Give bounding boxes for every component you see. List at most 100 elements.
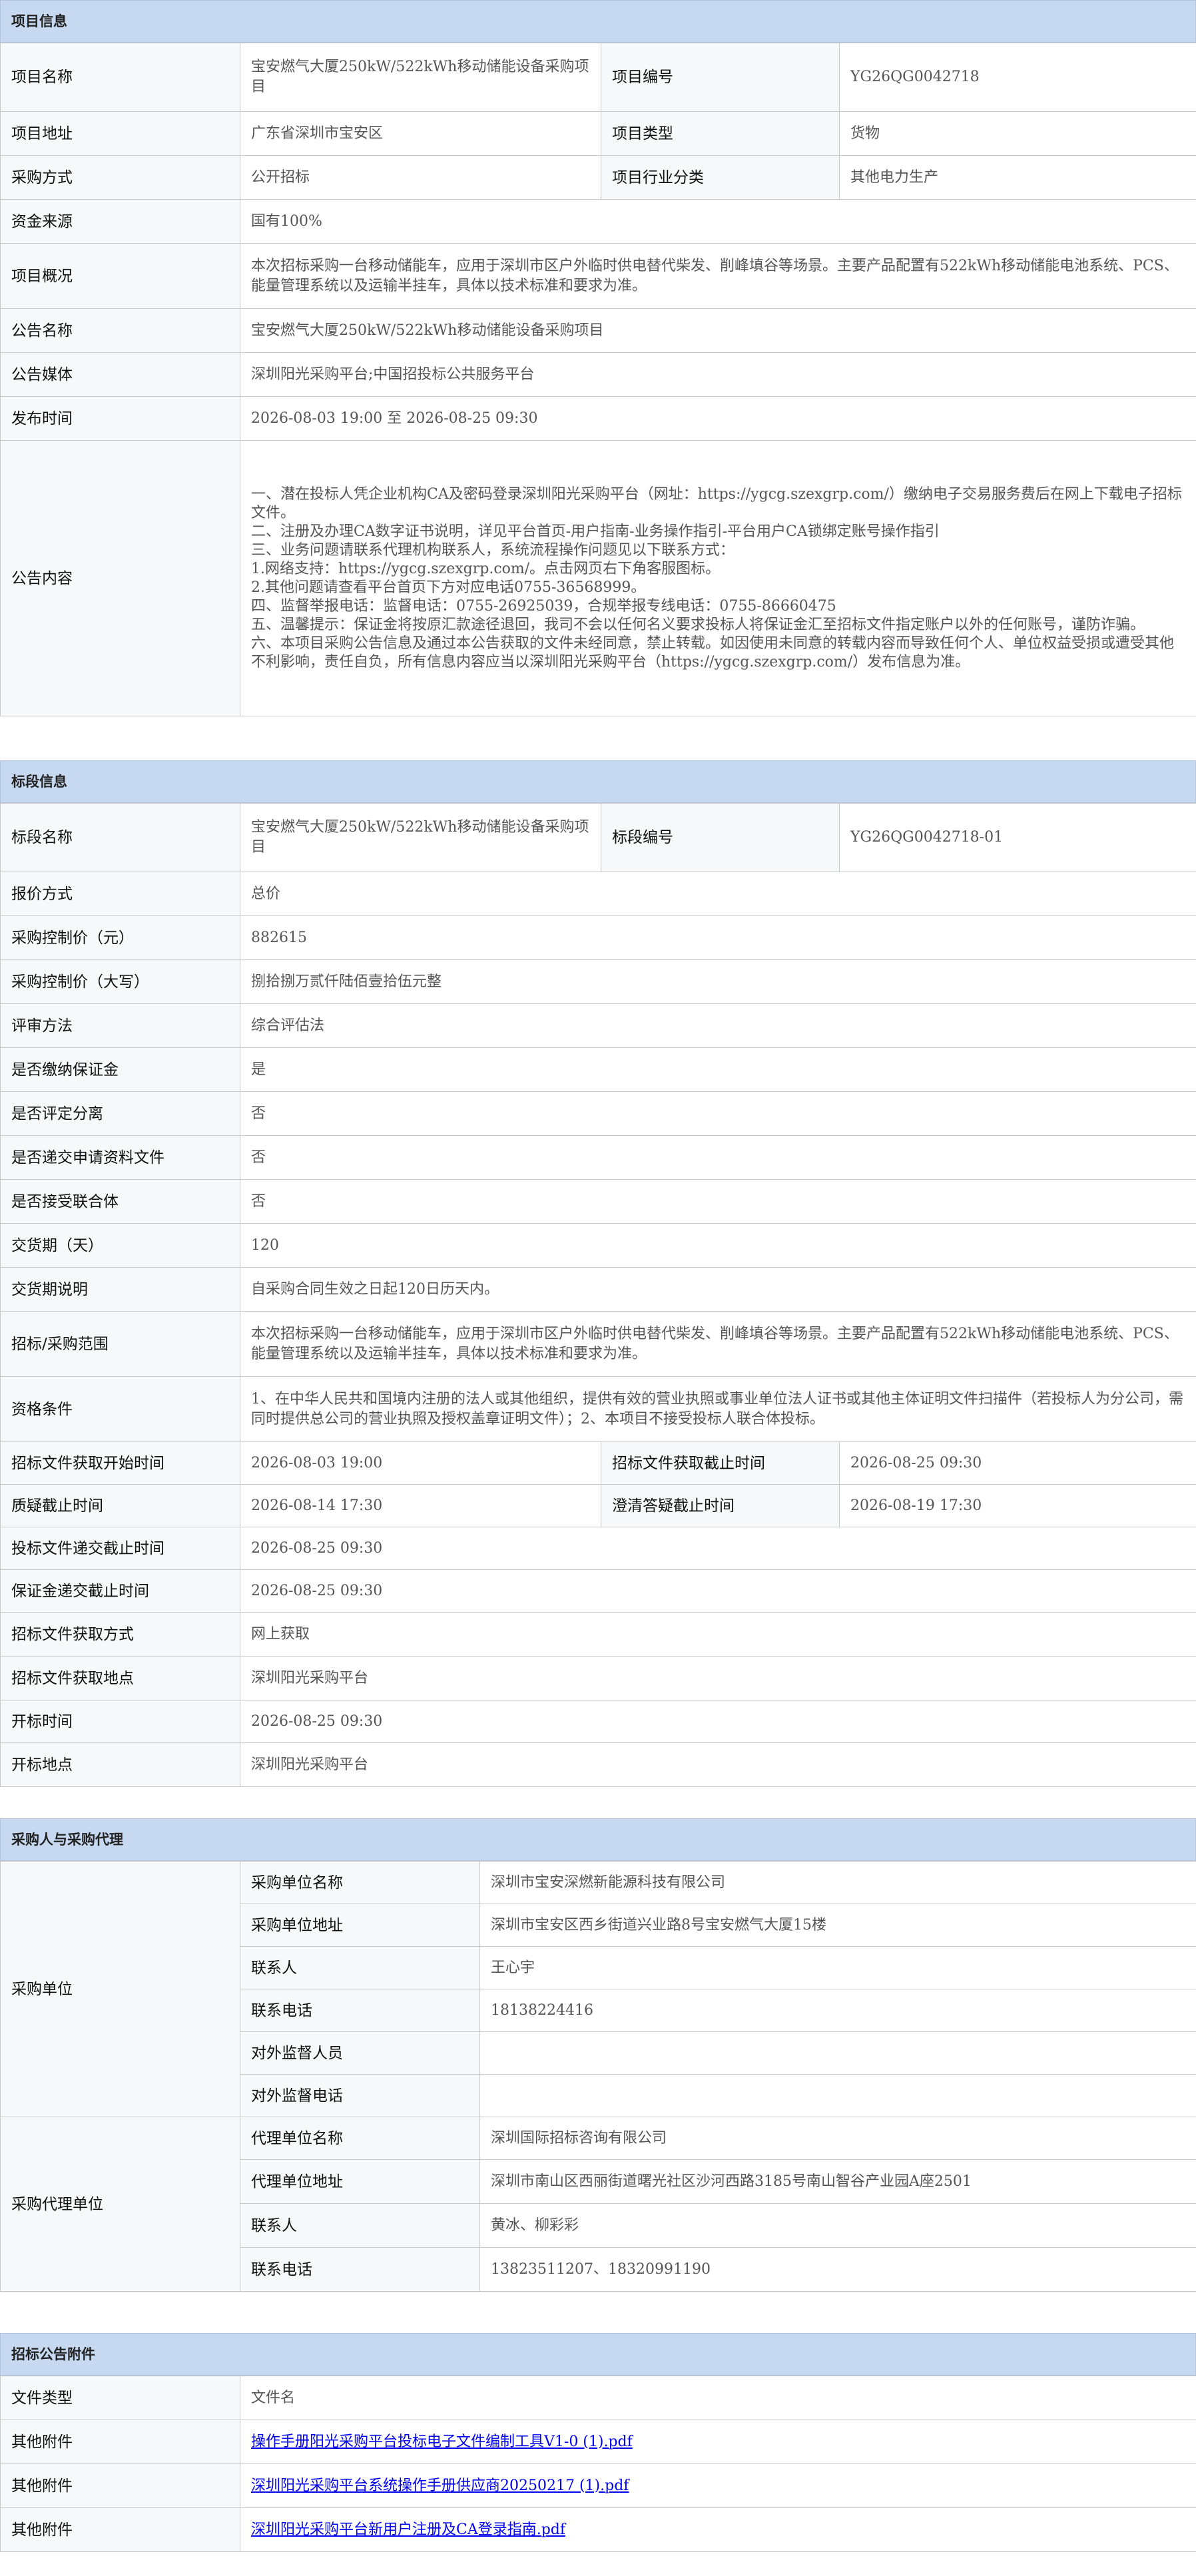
attachment-type: 其他附件 [0,2420,240,2464]
separate-evaluation-label: 是否评定分离 [0,1091,240,1136]
project-address-value: 广东省深圳市宝安区 [240,111,601,156]
clarify-deadline-label: 澄清答疑截止时间 [601,1484,840,1527]
supervisor-value [479,2031,1196,2075]
buyer-address-value: 深圳市宝安区西乡街道兴业路8号宝安燃气大厦15楼 [479,1904,1196,1947]
publish-time-value: 2026-08-03 19:00 至 2026-08-25 09:30 [240,396,1196,441]
agent-contact-value: 黄冰、柳彩彩 [479,2203,1196,2248]
project-name-value: 宝安燃气大厦250kW/522kWh移动储能设备采购项目 [240,43,601,112]
delivery-note-value: 自采购合同生效之日起120日历天内。 [240,1267,1196,1312]
notice-name-label: 公告名称 [0,308,240,353]
lot-info-table: 标段名称 宝安燃气大厦250kW/522kWh移动储能设备采购项目 标段编号 Y… [0,803,1196,1787]
application-docs-value: 否 [240,1135,1196,1180]
lot-name-value: 宝安燃气大厦250kW/522kWh移动储能设备采购项目 [240,803,601,872]
attachment-link[interactable]: 深圳阳光采购平台新用户注册及CA登录指南.pdf [251,2521,565,2538]
notice-content-line: 三、业务问题请联系代理机构联系人，系统流程操作问题见以下联系方式： [251,541,735,559]
control-price-label: 采购控制价（元） [0,915,240,960]
qualification-label: 资格条件 [0,1376,240,1442]
buyer-contact-value: 王心宇 [479,1946,1196,1989]
agent-name-value: 深圳国际招标咨询有限公司 [479,2117,1196,2160]
delivery-days-label: 交货期（天） [0,1223,240,1268]
project-type-value: 货物 [839,111,1196,156]
opening-time-label: 开标时间 [0,1700,240,1743]
query-deadline-label: 质疑截止时间 [0,1484,240,1527]
evaluation-method-label: 评审方法 [0,1003,240,1048]
buyer-phone-value: 18138224416 [479,1989,1196,2032]
qualification-value: 1、在中华人民共和国境内注册的法人或其他组织，提供有效的营业执照或事业单位法人证… [240,1376,1196,1442]
parties-table: 采购单位 采购单位名称 深圳市宝安深燃新能源科技有限公司 采购单位地址 深圳市宝… [0,1861,1196,2292]
project-name-label: 项目名称 [0,43,240,112]
lot-no-value: YG26QG0042718-01 [839,803,1196,872]
doc-start-label: 招标文件获取开始时间 [0,1441,240,1485]
lot-no-label: 标段编号 [601,803,840,872]
opening-place-label: 开标地点 [0,1742,240,1787]
industry-value: 其他电力生产 [839,155,1196,200]
buyer-group-label: 采购单位 [0,1861,240,2117]
publish-time-label: 发布时间 [0,396,240,441]
procurement-scope-label: 招标/采购范围 [0,1311,240,1377]
file-type-column-header: 文件类型 [0,2376,240,2420]
opening-place-value: 深圳阳光采购平台 [240,1742,1196,1787]
consortium-value: 否 [240,1179,1196,1224]
agent-contact-label: 联系人 [240,2203,480,2248]
project-type-label: 项目类型 [601,111,840,156]
buyer-address-label: 采购单位地址 [240,1904,480,1947]
file-name-column-header: 文件名 [240,2376,1196,2420]
supervisor-phone-label: 对外监督电话 [240,2074,480,2117]
doc-location-value: 深圳阳光采购平台 [240,1656,1196,1700]
fund-source-label: 资金来源 [0,199,240,244]
deposit-deadline-label: 保证金递交截止时间 [0,1569,240,1613]
quote-method-label: 报价方式 [0,872,240,916]
buyer-phone-label: 联系电话 [240,1989,480,2032]
delivery-days-value: 120 [240,1223,1196,1268]
procurement-scope-value: 本次招标采购一台移动储能车，应用于深圳市区户外临时供电替代柴发、削峰填谷等场景。… [240,1311,1196,1377]
doc-start-value: 2026-08-03 19:00 [240,1441,601,1485]
agent-phone-value: 13823511207、18320991190 [479,2247,1196,2292]
procurement-method-label: 采购方式 [0,155,240,200]
notice-content-line: 五、温馨提示：保证金将按原汇款途径退回，我司不会以任何名义要求投标人将保证金汇至… [251,616,1145,633]
agent-phone-label: 联系电话 [240,2247,480,2292]
procurement-method-value: 公开招标 [240,155,601,200]
notice-content-line: 2.其他问题请查看平台首页下方对应电话0755-36568999。 [251,579,646,596]
lot-name-label: 标段名称 [0,803,240,872]
separate-evaluation-value: 否 [240,1091,1196,1136]
buyer-name-label: 采购单位名称 [240,1861,480,1904]
notice-content-line: 六、本项目采购公告信息及通过本公告获取的文件未经同意，禁止转载。如因使用未同意的… [251,635,1175,670]
attachments-table: 文件类型 文件名 其他附件 操作手册阳光采购平台投标电子文件编制工具V1-0 (… [0,2376,1196,2552]
doc-method-label: 招标文件获取方式 [0,1612,240,1657]
project-info-header: 项目信息 [0,0,1196,43]
deposit-required-label: 是否缴纳保证金 [0,1047,240,1092]
agent-address-value: 深圳市南山区西丽街道曙光社区沙河西路3185号南山智谷产业园A座2501 [479,2159,1196,2204]
attachment-type: 其他附件 [0,2463,240,2508]
control-price-value: 882615 [240,915,1196,960]
buyer-name-value: 深圳市宝安深燃新能源科技有限公司 [479,1861,1196,1904]
lot-info-header: 标段信息 [0,760,1196,803]
bid-deadline-label: 投标文件递交截止时间 [0,1527,240,1570]
quote-method-value: 总价 [240,872,1196,916]
project-no-value: YG26QG0042718 [839,43,1196,112]
deposit-required-value: 是 [240,1047,1196,1092]
notice-name-value: 宝安燃气大厦250kW/522kWh移动储能设备采购项目 [240,308,1196,353]
attachment-link[interactable]: 深圳阳光采购平台系统操作手册供应商20250217 (1).pdf [251,2477,629,2494]
fund-source-value: 国有100% [240,199,1196,244]
attachment-link[interactable]: 操作手册阳光采购平台投标电子文件编制工具V1-0 (1).pdf [251,2434,633,2450]
doc-method-value: 网上获取 [240,1612,1196,1657]
notice-content-line: 1.网络支持：https://ygcg.szexgrp.com/。点击网页右下角… [251,560,721,577]
industry-label: 项目行业分类 [601,155,840,200]
notice-content-line: 四、监督举报电话：监督电话：0755-26925039，合规举报专线电话：075… [251,597,836,615]
notice-content-line: 二、注册及办理CA数字证书说明，详见平台首页-用户指南-业务操作指引-平台用户C… [251,523,940,540]
agent-name-label: 代理单位名称 [240,2117,480,2160]
project-info-table: 项目名称 宝安燃气大厦250kW/522kWh移动储能设备采购项目 项目编号 Y… [0,43,1196,716]
attachments-section: 招标公告附件 文件类型 文件名 其他附件 操作手册阳光采购平台投标电子文件编制工… [0,2333,1196,2552]
parties-header: 采购人与采购代理 [0,1818,1196,1861]
project-overview-label: 项目概况 [0,243,240,309]
notice-content-label: 公告内容 [0,440,240,716]
deposit-deadline-value: 2026-08-25 09:30 [240,1569,1196,1613]
attachments-header: 招标公告附件 [0,2333,1196,2376]
lot-info-section: 标段信息 标段名称 宝安燃气大厦250kW/522kWh移动储能设备采购项目 标… [0,760,1196,1787]
query-deadline-value: 2026-08-14 17:30 [240,1484,601,1527]
evaluation-method-value: 综合评估法 [240,1003,1196,1048]
delivery-note-label: 交货期说明 [0,1267,240,1312]
notice-media-label: 公告媒体 [0,352,240,397]
control-price-words-label: 采购控制价（大写） [0,959,240,1004]
supervisor-phone-value [479,2074,1196,2117]
